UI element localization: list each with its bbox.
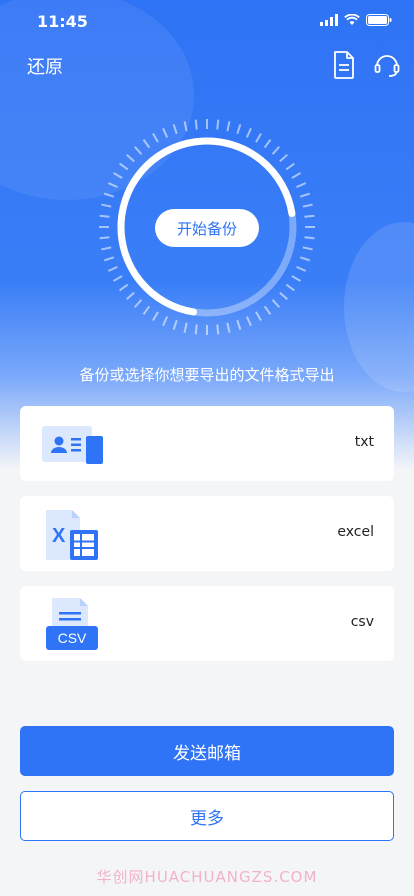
document-icon[interactable]: [332, 51, 356, 79]
wifi-icon: [344, 14, 360, 25]
ring-tick: [245, 127, 252, 138]
ring-tick: [299, 192, 311, 198]
ring-tick: [226, 322, 231, 333]
ring-tick: [296, 265, 307, 272]
ring-tick: [291, 275, 302, 282]
csv-file-icon: CSV: [46, 598, 98, 650]
ring-tick: [103, 192, 115, 198]
signal-icon: [320, 14, 338, 26]
format-card-csv[interactable]: CSV csv: [20, 586, 394, 661]
ring-tick: [194, 119, 198, 130]
status-time: 11:45: [37, 12, 88, 31]
format-card-excel[interactable]: X excel: [20, 496, 394, 571]
ring-tick: [263, 139, 272, 149]
ring-tick: [126, 153, 135, 163]
watermark: 华创网HUACHUANGZS.COM: [96, 868, 318, 886]
excel-file-icon: X: [46, 510, 98, 560]
svg-text:X: X: [52, 525, 66, 547]
format-label: txt: [354, 434, 374, 450]
ring-tick: [304, 236, 315, 240]
backup-hint-text: 备份或选择你想要导出的文件格式导出: [79, 366, 335, 384]
ring-tick: [101, 203, 112, 208]
ring-tick: [112, 275, 123, 282]
ring-tick: [103, 256, 115, 262]
ring-tick: [172, 319, 178, 331]
send-email-button[interactable]: 发送邮箱: [20, 726, 394, 776]
ring-tick: [216, 324, 220, 335]
ring-tick: [119, 283, 129, 292]
ring-tick: [291, 172, 302, 179]
ring-tick: [279, 291, 288, 301]
csv-badge-text: CSV: [58, 630, 87, 646]
start-backup-button[interactable]: 开始备份: [155, 209, 259, 247]
ring-tick: [112, 172, 123, 179]
contact-card-icon: [42, 426, 103, 464]
ring-tick: [99, 236, 110, 240]
ring-tick: [152, 132, 159, 143]
format-card-txt[interactable]: txt: [20, 406, 394, 481]
format-label: csv: [350, 614, 374, 630]
ring-tick: [101, 246, 112, 251]
ring-tick: [245, 316, 252, 327]
ring-tick: [142, 305, 151, 315]
ring-tick: [152, 311, 159, 322]
ring-tick: [162, 316, 169, 327]
ring-tick: [296, 182, 307, 189]
ring-tick: [216, 119, 220, 130]
ring-tick: [285, 162, 295, 171]
ring-tick: [304, 214, 315, 218]
ring-tick: [99, 214, 110, 218]
more-button[interactable]: 更多: [20, 791, 394, 841]
ring-tick: [194, 324, 198, 335]
ring-tick: [107, 182, 118, 189]
ring-tick: [172, 123, 178, 135]
ring-tick: [302, 203, 313, 208]
ring-tick: [263, 305, 272, 315]
ring-tick: [236, 319, 242, 331]
ring-tick: [133, 146, 143, 155]
ring-tick: [255, 132, 262, 143]
page-title[interactable]: 还原: [27, 53, 63, 79]
ring-tick: [162, 127, 169, 138]
ring-tick: [107, 265, 118, 272]
format-label: excel: [337, 524, 374, 540]
headset-icon[interactable]: [373, 51, 401, 79]
ring-tick: [271, 146, 281, 155]
battery-icon: [366, 14, 392, 26]
ring-tick: [226, 121, 231, 132]
status-icons: [320, 14, 392, 26]
ring-tick: [285, 283, 295, 292]
ring-tick: [133, 299, 143, 308]
ring-tick: [119, 162, 129, 171]
ring-tick: [279, 153, 288, 163]
status-bar: 11:45: [0, 0, 414, 44]
ring-tick: [126, 291, 135, 301]
ring-tick: [142, 139, 151, 149]
ring-tick: [299, 256, 311, 262]
nav-bar: 还原: [0, 44, 414, 88]
ring-tick: [302, 246, 313, 251]
ring-tick: [183, 322, 188, 333]
ring-tick: [183, 121, 188, 132]
ring-tick: [236, 123, 242, 135]
ring-tick: [271, 299, 281, 308]
ring-tick: [255, 311, 262, 322]
